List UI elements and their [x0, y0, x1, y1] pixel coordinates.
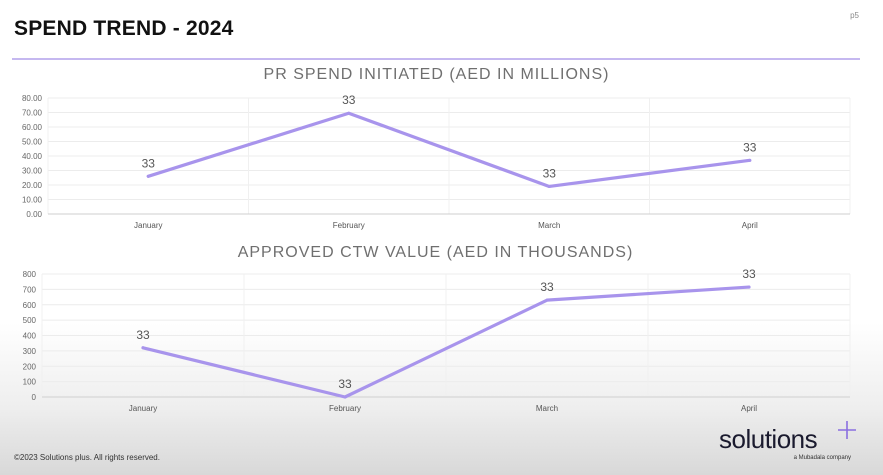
logo-tagline: a Mubadala company — [793, 455, 851, 461]
data-label: 33 — [338, 377, 352, 391]
y-tick-label: 600 — [23, 301, 37, 310]
data-point — [343, 395, 347, 399]
plus-sparkle-icon — [838, 421, 856, 439]
slide: SPEND TREND - 2024 p5 PR SPEND INITIATED… — [0, 0, 883, 475]
data-point — [545, 298, 549, 302]
data-point — [141, 346, 145, 350]
y-tick-label: 300 — [23, 347, 37, 356]
y-tick-label: 100 — [23, 378, 37, 387]
y-tick-label: 200 — [23, 362, 37, 371]
company-logo: solutions a Mubadala company — [719, 421, 869, 464]
y-tick-label: 500 — [23, 316, 37, 325]
x-tick-label: January — [129, 404, 157, 413]
footer-copyright: ©2023 Solutions plus. All rights reserve… — [14, 453, 160, 462]
y-tick-label: 0 — [32, 393, 37, 402]
y-tick-label: 400 — [23, 332, 37, 341]
data-label: 33 — [742, 267, 756, 281]
y-tick-label: 800 — [23, 270, 37, 279]
chart-ctw-value: 0 100 200 300 400 500 600 700 800 January February… — [23, 267, 851, 413]
data-label: 33 — [540, 280, 554, 294]
x-tick-label: February — [329, 404, 361, 413]
x-tick-label: March — [536, 404, 558, 413]
data-point — [747, 285, 751, 289]
y-tick-label: 700 — [23, 285, 37, 294]
x-tick-label: April — [741, 404, 757, 413]
logo-wordmark: solutions — [719, 424, 818, 454]
data-label: 33 — [136, 328, 150, 342]
